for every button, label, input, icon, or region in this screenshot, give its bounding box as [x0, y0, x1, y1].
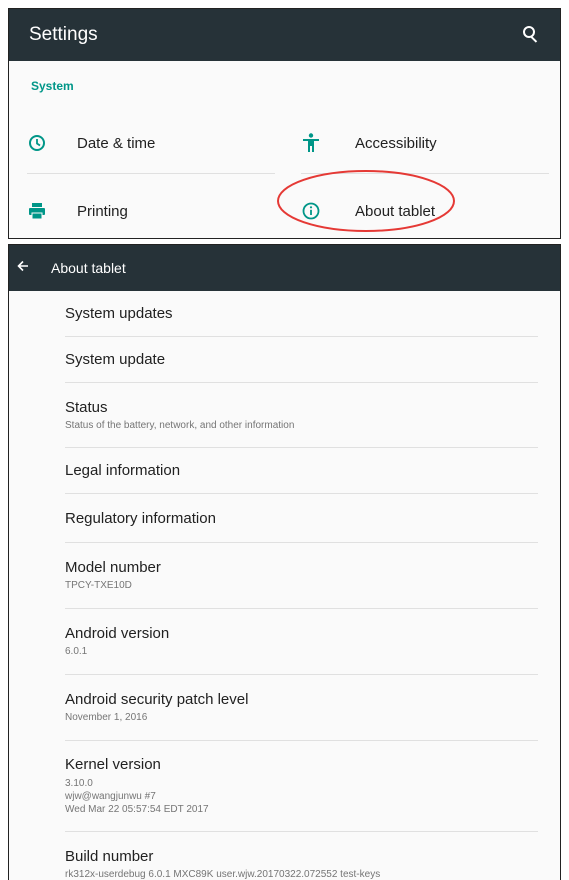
list-item-title: Android security patch level: [65, 691, 249, 708]
kernel-line: wjw@wangjunwu #7: [65, 791, 156, 802]
about-toolbar: About tablet: [9, 245, 560, 291]
list-item-subtitle: Status of the battery, network, and othe…: [65, 419, 295, 431]
about-list: System updates System update Status Stat…: [65, 291, 538, 880]
accessibility-icon: [301, 133, 321, 153]
list-item-subtitle: TPCY-TXE10D: [65, 580, 132, 591]
list-item-title: System updates: [65, 305, 173, 322]
list-item-kernel-version[interactable]: Kernel version 3.10.0 wjw@wangjunwu #7 W…: [65, 741, 538, 832]
list-item-legal-information[interactable]: Legal information: [65, 448, 538, 494]
list-item-title: Model number: [65, 559, 161, 576]
settings-item-label: Date & time: [77, 134, 156, 152]
page-title: Settings: [29, 24, 98, 45]
settings-toolbar: Settings: [9, 9, 560, 61]
search-icon[interactable]: [520, 24, 542, 46]
clock-icon: [27, 133, 47, 153]
kernel-line: 3.10.0: [65, 778, 93, 789]
list-item-title: Legal information: [65, 462, 181, 479]
list-item-title: Android version: [65, 625, 170, 642]
list-item-subtitle: 6.0.1: [65, 646, 88, 657]
section-header-system: System: [31, 79, 74, 93]
list-item-title: Kernel version: [65, 756, 161, 773]
settings-item-date-time[interactable]: Date & time: [27, 113, 277, 173]
page-title: About tablet: [51, 260, 126, 276]
list-item-title: Status: [65, 398, 108, 416]
list-item-system-update[interactable]: System update: [65, 337, 538, 383]
settings-item-printing[interactable]: Printing: [27, 181, 277, 238]
settings-item-label: Printing: [77, 202, 128, 220]
list-item-subtitle: rk312x-userdebug 6.0.1 MXC89K user.wjw.2…: [65, 869, 381, 880]
list-item-subtitle: November 1, 2016: [65, 712, 148, 723]
list-item-regulatory-information[interactable]: Regulatory information: [65, 494, 538, 543]
list-item-android-version[interactable]: Android version 6.0.1: [65, 609, 538, 675]
printer-icon: [27, 201, 47, 221]
divider: [27, 173, 275, 174]
list-item-system-updates[interactable]: System updates: [65, 291, 538, 337]
list-item-model-number[interactable]: Model number TPCY-TXE10D: [65, 543, 538, 609]
list-item-security-patch-level[interactable]: Android security patch level November 1,…: [65, 675, 538, 741]
list-item-title: Regulatory information: [65, 509, 216, 527]
list-item-build-number[interactable]: Build number rk312x-userdebug 6.0.1 MXC8…: [65, 832, 538, 880]
settings-item-label: Accessibility: [355, 134, 437, 152]
settings-panel: Settings System Date & time Accessibilit…: [8, 8, 561, 239]
list-item-status[interactable]: Status Status of the battery, network, a…: [65, 383, 538, 448]
about-tablet-panel: About tablet System updates System updat…: [8, 244, 561, 880]
back-arrow-icon[interactable]: [17, 259, 37, 277]
list-item-title: Build number: [65, 848, 154, 865]
list-item-title: System update: [65, 351, 166, 368]
highlight-ellipse: [277, 170, 455, 232]
kernel-line: Wed Mar 22 05:57:54 EDT 2017: [65, 804, 209, 815]
